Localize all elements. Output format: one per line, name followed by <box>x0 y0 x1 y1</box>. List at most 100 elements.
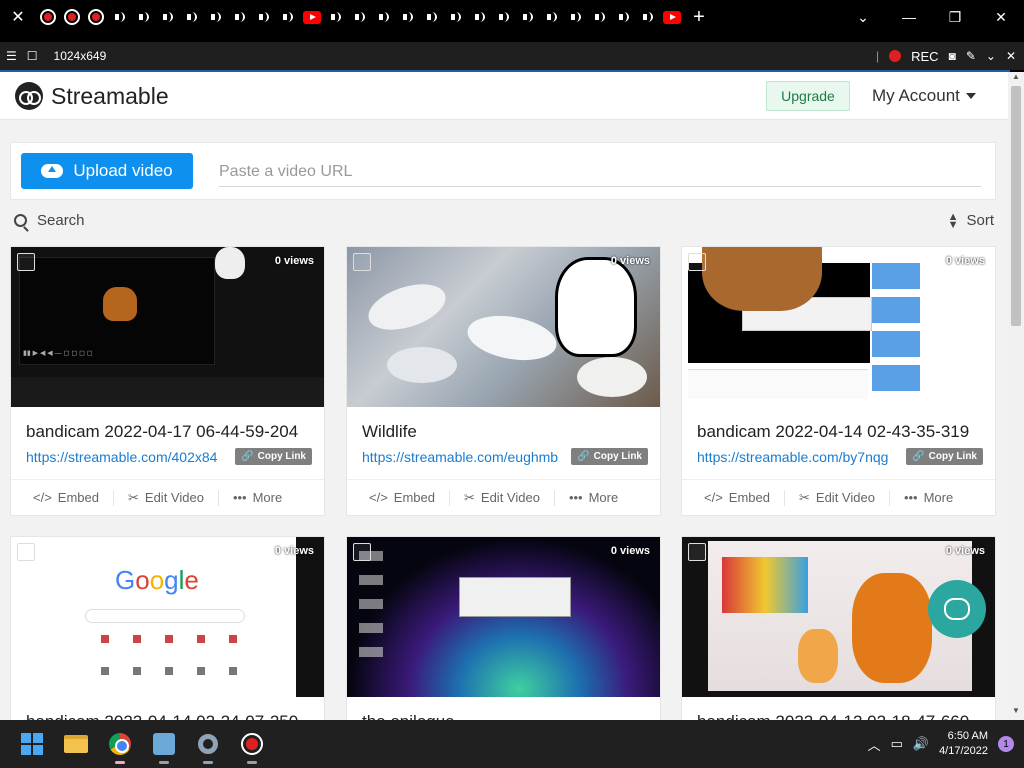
copy-link-button[interactable]: 🔗 Copy Link <box>906 448 983 465</box>
clock[interactable]: 6:50 AM 4/17/2022 <box>939 729 988 759</box>
select-checkbox[interactable] <box>688 253 706 271</box>
copy-link-button[interactable]: 🔗 Copy Link <box>235 448 312 465</box>
volume-icon[interactable]: 🔊 <box>913 736 929 752</box>
browser-tab[interactable] <box>636 0 660 34</box>
video-thumbnail[interactable]: Google 0 views <box>11 537 324 697</box>
close-tab-button[interactable]: ✕ <box>0 0 36 34</box>
scroll-down-arrow[interactable]: ▼ <box>1008 706 1024 720</box>
select-checkbox[interactable] <box>17 253 35 271</box>
menu-icon[interactable]: ☰ <box>6 49 17 63</box>
close-window-button[interactable]: ✕ <box>978 0 1024 34</box>
browser-tab[interactable] <box>612 0 636 34</box>
video-thumbnail[interactable]: 0 views <box>347 537 660 697</box>
audio-tab-icon <box>211 11 221 23</box>
browser-tab[interactable] <box>180 0 204 34</box>
search-button[interactable]: Search <box>14 212 85 229</box>
browser-tab[interactable] <box>372 0 396 34</box>
close-icon[interactable]: ✕ <box>1006 49 1016 63</box>
browser-tab[interactable] <box>300 0 324 34</box>
browser-tab[interactable] <box>588 0 612 34</box>
browser-tab[interactable] <box>276 0 300 34</box>
browser-tab[interactable] <box>516 0 540 34</box>
more-button[interactable]: ••• More <box>219 490 282 505</box>
select-checkbox[interactable] <box>353 543 371 561</box>
browser-tab[interactable] <box>252 0 276 34</box>
scroll-thumb[interactable] <box>1011 86 1021 326</box>
browser-tab[interactable] <box>204 0 228 34</box>
edit-video-button[interactable]: ✂ Edit Video <box>785 490 875 506</box>
browser-tab[interactable] <box>228 0 252 34</box>
video-link[interactable]: https://streamable.com/by7nqg <box>697 449 888 465</box>
window-icon[interactable]: ☐ <box>27 49 38 63</box>
code-icon: </> <box>369 490 388 505</box>
browser-tab[interactable] <box>84 0 108 34</box>
edit-video-button[interactable]: ✂ Edit Video <box>114 490 204 506</box>
video-card[interactable]: 0 views Wildlife https://streamable.com/… <box>346 246 661 516</box>
restore-button[interactable]: ❐ <box>932 0 978 34</box>
chevron-up-icon[interactable]: ︿ <box>868 735 881 754</box>
bandicam-button[interactable] <box>230 722 274 766</box>
start-button[interactable] <box>10 722 54 766</box>
network-icon[interactable]: ▭ <box>891 736 903 752</box>
browser-tab[interactable] <box>156 0 180 34</box>
edit-video-button[interactable]: ✂ Edit Video <box>450 490 540 506</box>
chat-support-button[interactable] <box>928 580 986 638</box>
browser-tab[interactable] <box>420 0 444 34</box>
browser-tab[interactable] <box>60 0 84 34</box>
scroll-up-arrow[interactable]: ▲ <box>1008 72 1024 86</box>
streamable-logo[interactable]: Streamable <box>15 82 169 110</box>
video-card[interactable]: 0 views the epilogue <box>346 536 661 720</box>
video-link[interactable]: https://streamable.com/eughmb <box>362 449 558 465</box>
video-thumbnail[interactable]: 0 views <box>682 247 995 407</box>
browser-tab[interactable] <box>348 0 372 34</box>
select-checkbox[interactable] <box>353 253 371 271</box>
tab-search-button[interactable]: ⌄ <box>840 0 886 34</box>
page-scrollbar[interactable]: ▲ ▼ <box>1008 72 1024 720</box>
video-thumbnail[interactable]: 0 views <box>347 247 660 407</box>
browser-tab[interactable] <box>492 0 516 34</box>
browser-tab[interactable] <box>540 0 564 34</box>
video-card[interactable]: ▮▮ ▶ ◀ ◀ — ◻ ◻ ◻ ◻ 0 views bandicam 2022… <box>10 246 325 516</box>
video-link[interactable]: https://streamable.com/402x84 <box>26 449 217 465</box>
video-card[interactable]: 0 views bandicam 2022-04-14 02-43-35-319… <box>681 246 996 516</box>
rec-label[interactable]: REC <box>911 49 938 64</box>
select-checkbox[interactable] <box>688 543 706 561</box>
chrome-button[interactable] <box>98 722 142 766</box>
audio-tab-icon <box>547 11 557 23</box>
file-explorer-button[interactable] <box>54 722 98 766</box>
camera-icon[interactable]: ◙ <box>949 49 956 63</box>
new-tab-button[interactable]: + <box>684 6 714 29</box>
browser-tab[interactable] <box>564 0 588 34</box>
video-thumbnail[interactable]: ▮▮ ▶ ◀ ◀ — ◻ ◻ ◻ ◻ 0 views <box>11 247 324 407</box>
browser-tab[interactable] <box>444 0 468 34</box>
bunny-app-button[interactable] <box>142 722 186 766</box>
browser-tab[interactable] <box>396 0 420 34</box>
minimize-button[interactable]: — <box>886 0 932 34</box>
upload-video-button[interactable]: Upload video <box>21 153 193 189</box>
embed-button[interactable]: </> Embed <box>11 490 99 505</box>
settings-button[interactable] <box>186 722 230 766</box>
notification-badge[interactable]: 1 <box>998 736 1014 752</box>
browser-tab[interactable] <box>132 0 156 34</box>
browser-tab[interactable] <box>660 0 684 34</box>
pause-icon[interactable]: | <box>876 49 879 63</box>
select-checkbox[interactable] <box>17 543 35 561</box>
sort-button[interactable]: ▲ ▼ Sort <box>948 211 994 230</box>
my-account-menu[interactable]: My Account <box>872 86 976 106</box>
collapse-icon[interactable]: ⌄ <box>986 49 996 63</box>
browser-tab[interactable] <box>324 0 348 34</box>
pencil-icon[interactable]: ✎ <box>966 49 976 63</box>
video-card[interactable]: Google 0 views bandicam 2022-04-14 02-24… <box>10 536 325 720</box>
browser-tab[interactable] <box>36 0 60 34</box>
embed-button[interactable]: </> Embed <box>347 490 435 505</box>
browser-tab[interactable] <box>108 0 132 34</box>
more-button[interactable]: ••• More <box>555 490 618 505</box>
browser-tab[interactable] <box>468 0 492 34</box>
more-button[interactable]: ••• More <box>890 490 953 505</box>
embed-button[interactable]: </> Embed <box>682 490 770 505</box>
record-icon[interactable] <box>889 50 902 62</box>
upgrade-button[interactable]: Upgrade <box>766 81 850 111</box>
window-controls: ⌄ — ❐ ✕ <box>840 0 1024 34</box>
video-url-input[interactable] <box>219 157 981 187</box>
copy-link-button[interactable]: 🔗 Copy Link <box>571 448 648 465</box>
